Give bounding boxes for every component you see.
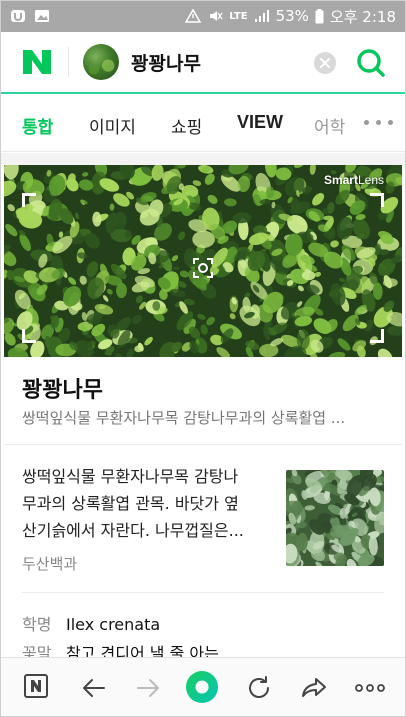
battery-icon xyxy=(315,8,324,23)
more-dot xyxy=(388,120,393,125)
result-subtitle: 쌍떡잎식물 무환자나무목 감탕나무과의 상록활엽 ... xyxy=(22,409,346,427)
naver-n-icon[interactable] xyxy=(22,49,52,75)
result-description[interactable]: 쌍떡잎식물 무환자나무목 감탕나 무과의 상록활엽 관목. 바닷가 옆 산기슭에… xyxy=(22,463,270,544)
share-icon xyxy=(302,678,326,697)
refresh-icon xyxy=(249,676,269,698)
signal-icon xyxy=(254,10,269,22)
clock: 오후 2:18 xyxy=(329,7,396,26)
result-source[interactable]: 두산백과 xyxy=(22,553,77,574)
crop-corner-bottom-left[interactable] xyxy=(22,329,36,343)
divider xyxy=(22,592,384,593)
naver-home-button[interactable] xyxy=(24,674,52,702)
smartlens-logo: SmartLens xyxy=(324,173,384,187)
description-line: 산기슭에서 자란다. 나무껍질은... xyxy=(22,521,244,540)
lens-scan-icon[interactable] xyxy=(192,257,214,279)
green-dot-icon xyxy=(186,671,218,703)
more-button[interactable] xyxy=(354,674,386,702)
search-query[interactable]: 꽝꽝나무 xyxy=(131,49,201,76)
description-line: 무과의 상록활엽 관목. 바닷가 옆 xyxy=(22,494,239,513)
refresh-button[interactable] xyxy=(245,674,273,702)
status-left-icons xyxy=(10,9,50,23)
description-line: 쌍떡잎식물 무환자나무목 감탕나 xyxy=(22,467,239,486)
shrub-thumbnail-photo xyxy=(286,470,384,566)
more-dots-icon xyxy=(355,684,385,692)
search-icon[interactable] xyxy=(356,48,386,78)
info-key: 학명 xyxy=(22,615,52,634)
status-right-icons: LTE 53% 오후 2:18 xyxy=(185,6,396,27)
crop-corner-top-left[interactable] xyxy=(22,193,36,207)
arrow-right-icon xyxy=(137,679,159,697)
smartlens-image[interactable]: SmartLens xyxy=(4,165,402,357)
browser-bottom-bar xyxy=(0,657,406,717)
tab-images[interactable]: 이미지 xyxy=(89,113,136,138)
green-dot-button[interactable] xyxy=(185,670,219,704)
tab-view[interactable]: VIEW xyxy=(237,112,283,133)
search-header: 꽝꽝나무 xyxy=(0,32,406,94)
arrow-left-icon xyxy=(83,679,105,697)
forward-button[interactable] xyxy=(134,674,162,702)
tab-dictionary[interactable]: 어학 xyxy=(314,113,345,138)
section-gap xyxy=(0,153,406,165)
divider xyxy=(4,444,402,445)
search-tabs: 통합 이미지 쇼핑 VIEW 어학 xyxy=(0,96,406,152)
lens-thumbnail[interactable] xyxy=(83,44,119,80)
share-button[interactable] xyxy=(300,674,328,702)
smartlens-brand-thin: Lens xyxy=(357,173,384,187)
header-divider xyxy=(68,47,69,77)
tab-shopping[interactable]: 쇼핑 xyxy=(171,113,202,138)
back-button[interactable] xyxy=(80,674,108,702)
crop-corner-bottom-right[interactable] xyxy=(370,329,384,343)
crop-corner-top-right[interactable] xyxy=(370,193,384,207)
image-icon xyxy=(35,10,49,22)
mute-icon xyxy=(210,11,223,21)
naver-box-icon xyxy=(24,674,48,698)
result-title[interactable]: 꽝꽝나무 xyxy=(22,372,103,404)
more-dot xyxy=(376,120,381,125)
network-type: LTE xyxy=(229,10,248,22)
clear-icon xyxy=(320,58,330,68)
tab-integrated[interactable]: 통합 xyxy=(22,113,53,138)
alert-icon xyxy=(185,9,202,23)
notification-u-icon xyxy=(11,10,25,22)
result-thumbnail[interactable] xyxy=(286,470,384,566)
battery-percent: 53% xyxy=(275,7,309,25)
info-row-scientific-name: 학명 Ilex crenata xyxy=(22,611,160,635)
clear-button[interactable] xyxy=(314,52,336,74)
more-tabs-button[interactable] xyxy=(358,110,398,134)
status-bar: LTE 53% 오후 2:18 xyxy=(0,0,406,32)
info-value: Ilex crenata xyxy=(66,615,161,634)
smartlens-brand-bold: Smart xyxy=(323,173,358,187)
more-dot xyxy=(364,120,369,125)
